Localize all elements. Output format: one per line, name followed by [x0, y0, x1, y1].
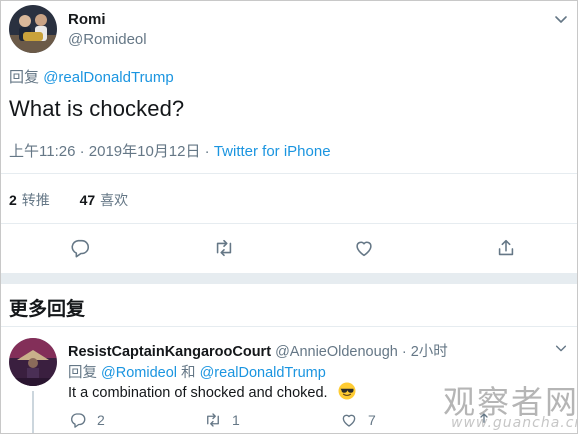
chevron-down-icon[interactable]: [553, 11, 569, 27]
reply-avatar[interactable]: [9, 338, 57, 386]
reply-display-name[interactable]: ResistCaptainKangarooCourt: [68, 344, 271, 360]
avatar[interactable]: [9, 5, 57, 53]
reply-prefix: 回复: [68, 365, 97, 381]
heart-icon: [356, 241, 372, 257]
retweet-stat[interactable]: 2 转推: [9, 192, 50, 208]
reply-reply-button[interactable]: 2: [69, 411, 105, 429]
divider: [1, 223, 577, 224]
tweet-timestamp[interactable]: 上午11:26 · 2019年10月12日 ·: [9, 143, 214, 160]
heart-icon: [342, 414, 356, 427]
reply-replying-to: 回复 @Romideol 和 @realDonaldTrump: [68, 361, 326, 382]
reply-conjunction: 和: [181, 365, 196, 381]
share-icon: [498, 239, 514, 256]
retweet-button[interactable]: [213, 237, 235, 259]
tweet-stats: 2 转推 47 喜欢: [9, 190, 128, 210]
display-name[interactable]: Romi: [68, 11, 106, 28]
tweet-detail-panel: Romi @Romideol 回复 @realDonaldTrump What …: [0, 0, 578, 434]
reply-text-body: It a combination of shocked and choked.: [68, 385, 328, 401]
reply-handle-time[interactable]: @AnnieOldenough · 2小时: [275, 344, 448, 360]
user-handle[interactable]: @Romideol: [68, 31, 147, 48]
mention-link[interactable]: @realDonaldTrump: [200, 365, 326, 381]
reply-retweet-button[interactable]: 1: [204, 411, 240, 429]
tweet-text: What is chocked?: [9, 96, 185, 121]
reply-author[interactable]: ResistCaptainKangarooCourt @AnnieOldenou…: [68, 340, 448, 361]
like-button[interactable]: [353, 237, 375, 259]
section-heading: 更多回复: [9, 299, 86, 320]
reply-icon: [71, 413, 86, 428]
tweet-meta: 上午11:26 · 2019年10月12日 · Twitter for iPho…: [9, 140, 331, 161]
reply-like-count: 7: [368, 412, 376, 428]
retweet-icon: [216, 239, 232, 257]
reply-button[interactable]: [69, 237, 91, 259]
retweet-count: 2: [9, 192, 17, 208]
retweet-stat-label: 转推: [21, 192, 50, 208]
reply-share-button[interactable]: [475, 411, 503, 429]
divider: [1, 326, 577, 327]
share-icon: [480, 413, 488, 423]
sunglasses-emoji-icon: [338, 382, 356, 400]
watermark-url: www.guancha.cn: [451, 415, 578, 431]
mention-link[interactable]: @realDonaldTrump: [43, 69, 174, 86]
section-divider: [1, 273, 577, 284]
share-button[interactable]: [495, 237, 517, 259]
site-watermark: 观察者网 www.guancha.cn: [441, 375, 578, 433]
reply-like-button[interactable]: 7: [340, 411, 376, 429]
like-stat-label: 喜欢: [100, 192, 129, 208]
reply-retweet-count: 1: [232, 412, 240, 428]
chevron-down-icon[interactable]: [554, 341, 568, 355]
like-count: 47: [79, 192, 96, 208]
reply-reply-count: 2: [97, 412, 105, 428]
replying-to: 回复 @realDonaldTrump: [9, 66, 174, 87]
like-stat[interactable]: 47 喜欢: [80, 192, 129, 208]
tweet-source-link[interactable]: Twitter for iPhone: [214, 143, 331, 160]
divider: [1, 173, 577, 174]
reply-prefix: 回复: [9, 69, 40, 86]
thread-line: [32, 391, 34, 433]
reply-text: It a combination of shocked and choked.: [68, 382, 356, 401]
retweet-icon: [207, 413, 219, 427]
mention-link[interactable]: @Romideol: [101, 365, 177, 381]
reply-icon: [71, 239, 90, 258]
watermark-title: 观察者网: [443, 383, 578, 421]
